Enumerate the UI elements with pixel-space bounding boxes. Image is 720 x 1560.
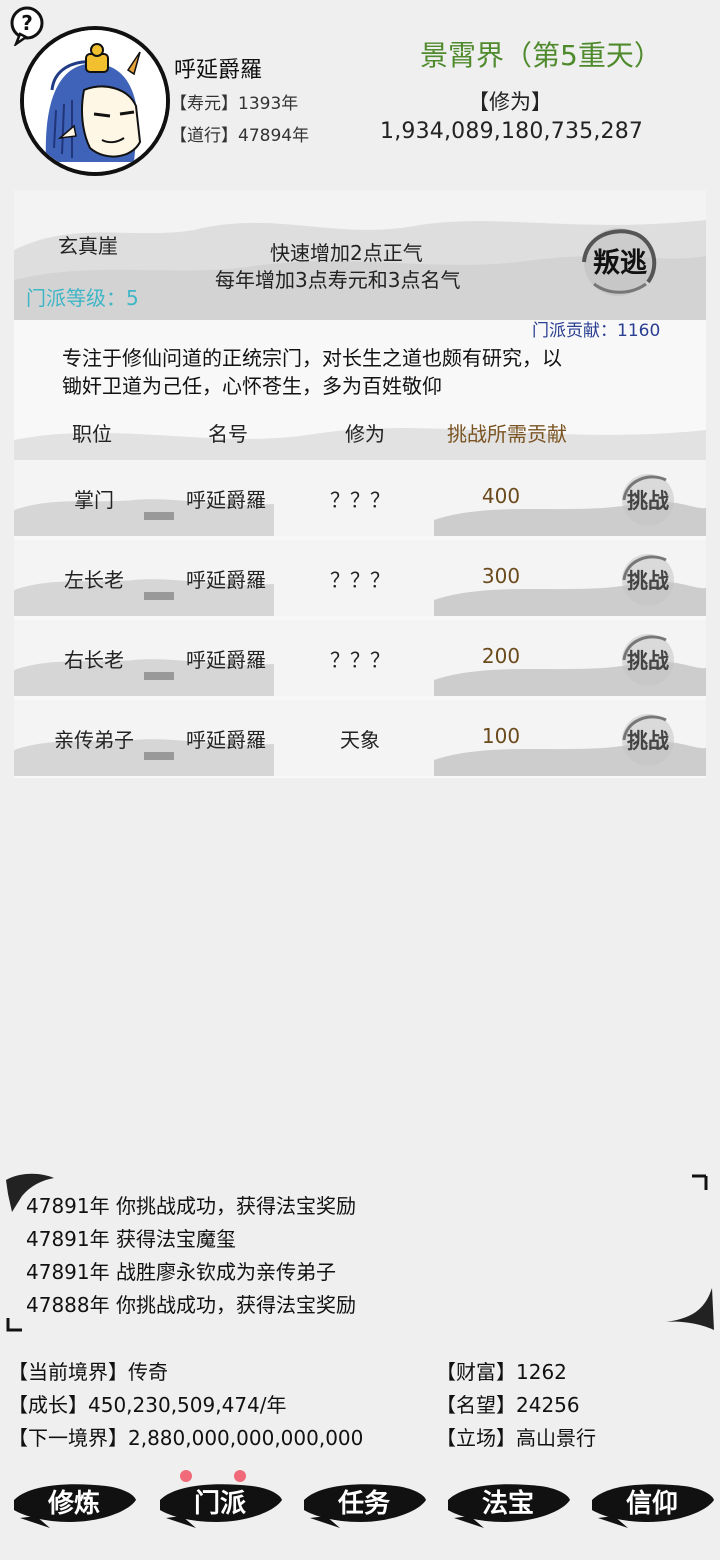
ink-brush-icon: 任务 bbox=[304, 1484, 426, 1528]
challenge-button[interactable]: 挑战 bbox=[612, 626, 684, 692]
ink-swirl-icon: 挑战 bbox=[622, 554, 674, 606]
nav-faith-button[interactable]: 信仰 bbox=[588, 1470, 718, 1536]
dao-stat: 【道行】47894年 bbox=[170, 126, 310, 146]
blossom-icon bbox=[180, 1470, 192, 1482]
row-cost: 200 bbox=[481, 644, 521, 668]
column-header-cultivation: 修为 bbox=[345, 422, 385, 446]
growth-stat: 【成长】450,230,509,474/年 bbox=[8, 1393, 287, 1417]
log-entry: 47891年 战胜廖永钦成为亲传弟子 bbox=[26, 1260, 336, 1284]
log-entry: 47888年 你挑战成功，获得法宝奖励 bbox=[26, 1293, 356, 1317]
table-row: 亲传弟子 呼延爵羅 天象 100 挑战 bbox=[14, 700, 706, 776]
log-entry: 47891年 你挑战成功，获得法宝奖励 bbox=[26, 1194, 356, 1218]
event-log[interactable]: 47891年 你挑战成功，获得法宝奖励 47891年 获得法宝魔玺 47891年… bbox=[6, 1170, 714, 1332]
row-position: 右长老 bbox=[64, 648, 124, 672]
lifespan-stat: 【寿元】1393年 bbox=[170, 94, 299, 114]
row-position: 亲传弟子 bbox=[54, 728, 134, 752]
avatar-portrait-icon bbox=[24, 30, 166, 172]
svg-text:叛逃: 叛逃 bbox=[593, 247, 647, 279]
fame-stat: 【名望】24256 bbox=[436, 1393, 580, 1417]
sect-contribution: 门派贡献：1160 bbox=[532, 321, 661, 341]
ink-swirl-icon: 挑战 bbox=[622, 714, 674, 766]
column-header-cost: 挑战所需贡献 bbox=[447, 422, 567, 446]
challenge-button[interactable]: 挑战 bbox=[612, 706, 684, 772]
svg-text:门派: 门派 bbox=[194, 1489, 246, 1519]
nav-treasure-button[interactable]: 法宝 bbox=[444, 1470, 574, 1536]
svg-text:修炼: 修炼 bbox=[47, 1488, 100, 1519]
log-entry: 47891年 获得法宝魔玺 bbox=[26, 1227, 236, 1251]
svg-text:挑战: 挑战 bbox=[627, 568, 669, 593]
svg-text:?: ? bbox=[21, 11, 33, 35]
svg-text:法宝: 法宝 bbox=[482, 1488, 534, 1519]
row-position: 掌门 bbox=[74, 488, 114, 512]
nav-cultivate-button[interactable]: 修炼 bbox=[10, 1470, 140, 1536]
row-cost: 400 bbox=[481, 484, 521, 508]
row-holder-name: 呼延爵羅 bbox=[186, 648, 266, 672]
svg-text:挑战: 挑战 bbox=[627, 488, 669, 513]
svg-text:挑战: 挑战 bbox=[627, 728, 669, 753]
sect-name: 玄真崖 bbox=[58, 234, 118, 258]
sect-effect-line: 快速增加2点正气 bbox=[270, 241, 423, 265]
stance-stat: 【立场】高山景行 bbox=[436, 1426, 596, 1450]
svg-text:信仰: 信仰 bbox=[626, 1488, 678, 1519]
row-cultivation: ？？？ bbox=[330, 568, 390, 592]
row-cultivation: 天象 bbox=[340, 728, 380, 752]
help-button[interactable]: ? bbox=[10, 6, 44, 48]
table-row: 左长老 呼延爵羅 ？？？ 300 挑战 bbox=[14, 540, 706, 616]
ink-brush-icon: 修炼 bbox=[14, 1484, 136, 1528]
row-cultivation: ？？？ bbox=[330, 648, 390, 672]
nav-task-button[interactable]: 任务 bbox=[300, 1470, 430, 1536]
sect-description: 专注于修仙问道的正统宗门，对长生之道也颇有研究，以 锄奸卫道为己任，心怀苍生，多… bbox=[62, 344, 672, 400]
ink-swirl-icon: 挑战 bbox=[622, 634, 674, 686]
svg-text:任务: 任务 bbox=[337, 1489, 390, 1519]
cultivation-label: 【修为】 bbox=[468, 90, 552, 114]
next-realm-stat: 【下一境界】2,880,000,000,000,000 bbox=[8, 1426, 364, 1450]
row-holder-name: 呼延爵羅 bbox=[186, 488, 266, 512]
ink-swirl-icon: 叛逃 bbox=[582, 228, 657, 296]
question-bubble-icon: ? bbox=[10, 6, 44, 48]
sect-description-line: 专注于修仙问道的正统宗门，对长生之道也颇有研究，以 bbox=[62, 346, 562, 370]
ink-brush-icon: 法宝 bbox=[448, 1484, 570, 1528]
row-position: 左长老 bbox=[64, 568, 124, 592]
ink-brush-icon: 门派 bbox=[160, 1470, 282, 1528]
ink-swirl-icon: 挑战 bbox=[622, 474, 674, 526]
player-avatar[interactable] bbox=[20, 26, 170, 176]
row-cultivation: ？？？ bbox=[330, 488, 390, 512]
player-name: 呼延爵羅 bbox=[174, 58, 263, 83]
sect-effect-line: 每年增加3点寿元和3点名气 bbox=[215, 268, 461, 292]
blossom-icon bbox=[234, 1470, 246, 1482]
challenge-button[interactable]: 挑战 bbox=[612, 466, 684, 532]
table-row: 掌门 呼延爵羅 ？？？ 400 挑战 bbox=[14, 460, 706, 536]
table-row: 右长老 呼延爵羅 ？？？ 200 挑战 bbox=[14, 620, 706, 696]
realm-title: 景霄界（第5重天） bbox=[420, 39, 662, 72]
row-cost: 100 bbox=[481, 724, 521, 748]
row-holder-name: 呼延爵羅 bbox=[186, 728, 266, 752]
svg-text:挑战: 挑战 bbox=[627, 648, 669, 673]
current-realm-stat: 【当前境界】传奇 bbox=[8, 1360, 168, 1384]
ink-brush-icon: 信仰 bbox=[592, 1484, 714, 1528]
cultivation-value: 1,934,089,180,735,287 bbox=[380, 119, 644, 144]
nav-sect-button[interactable]: 门派 bbox=[156, 1470, 286, 1536]
wealth-stat: 【财富】1262 bbox=[436, 1360, 567, 1384]
betray-button[interactable]: 叛逃 bbox=[570, 218, 666, 302]
sect-description-line: 锄奸卫道为己任，心怀苍生，多为百姓敬仰 bbox=[62, 374, 442, 398]
column-header-position: 职位 bbox=[72, 422, 112, 446]
sect-level: 门派等级：5 bbox=[26, 286, 139, 310]
column-header-title: 名号 bbox=[208, 422, 248, 446]
row-cost: 300 bbox=[481, 564, 521, 588]
row-holder-name: 呼延爵羅 bbox=[186, 568, 266, 592]
challenge-button[interactable]: 挑战 bbox=[612, 546, 684, 612]
